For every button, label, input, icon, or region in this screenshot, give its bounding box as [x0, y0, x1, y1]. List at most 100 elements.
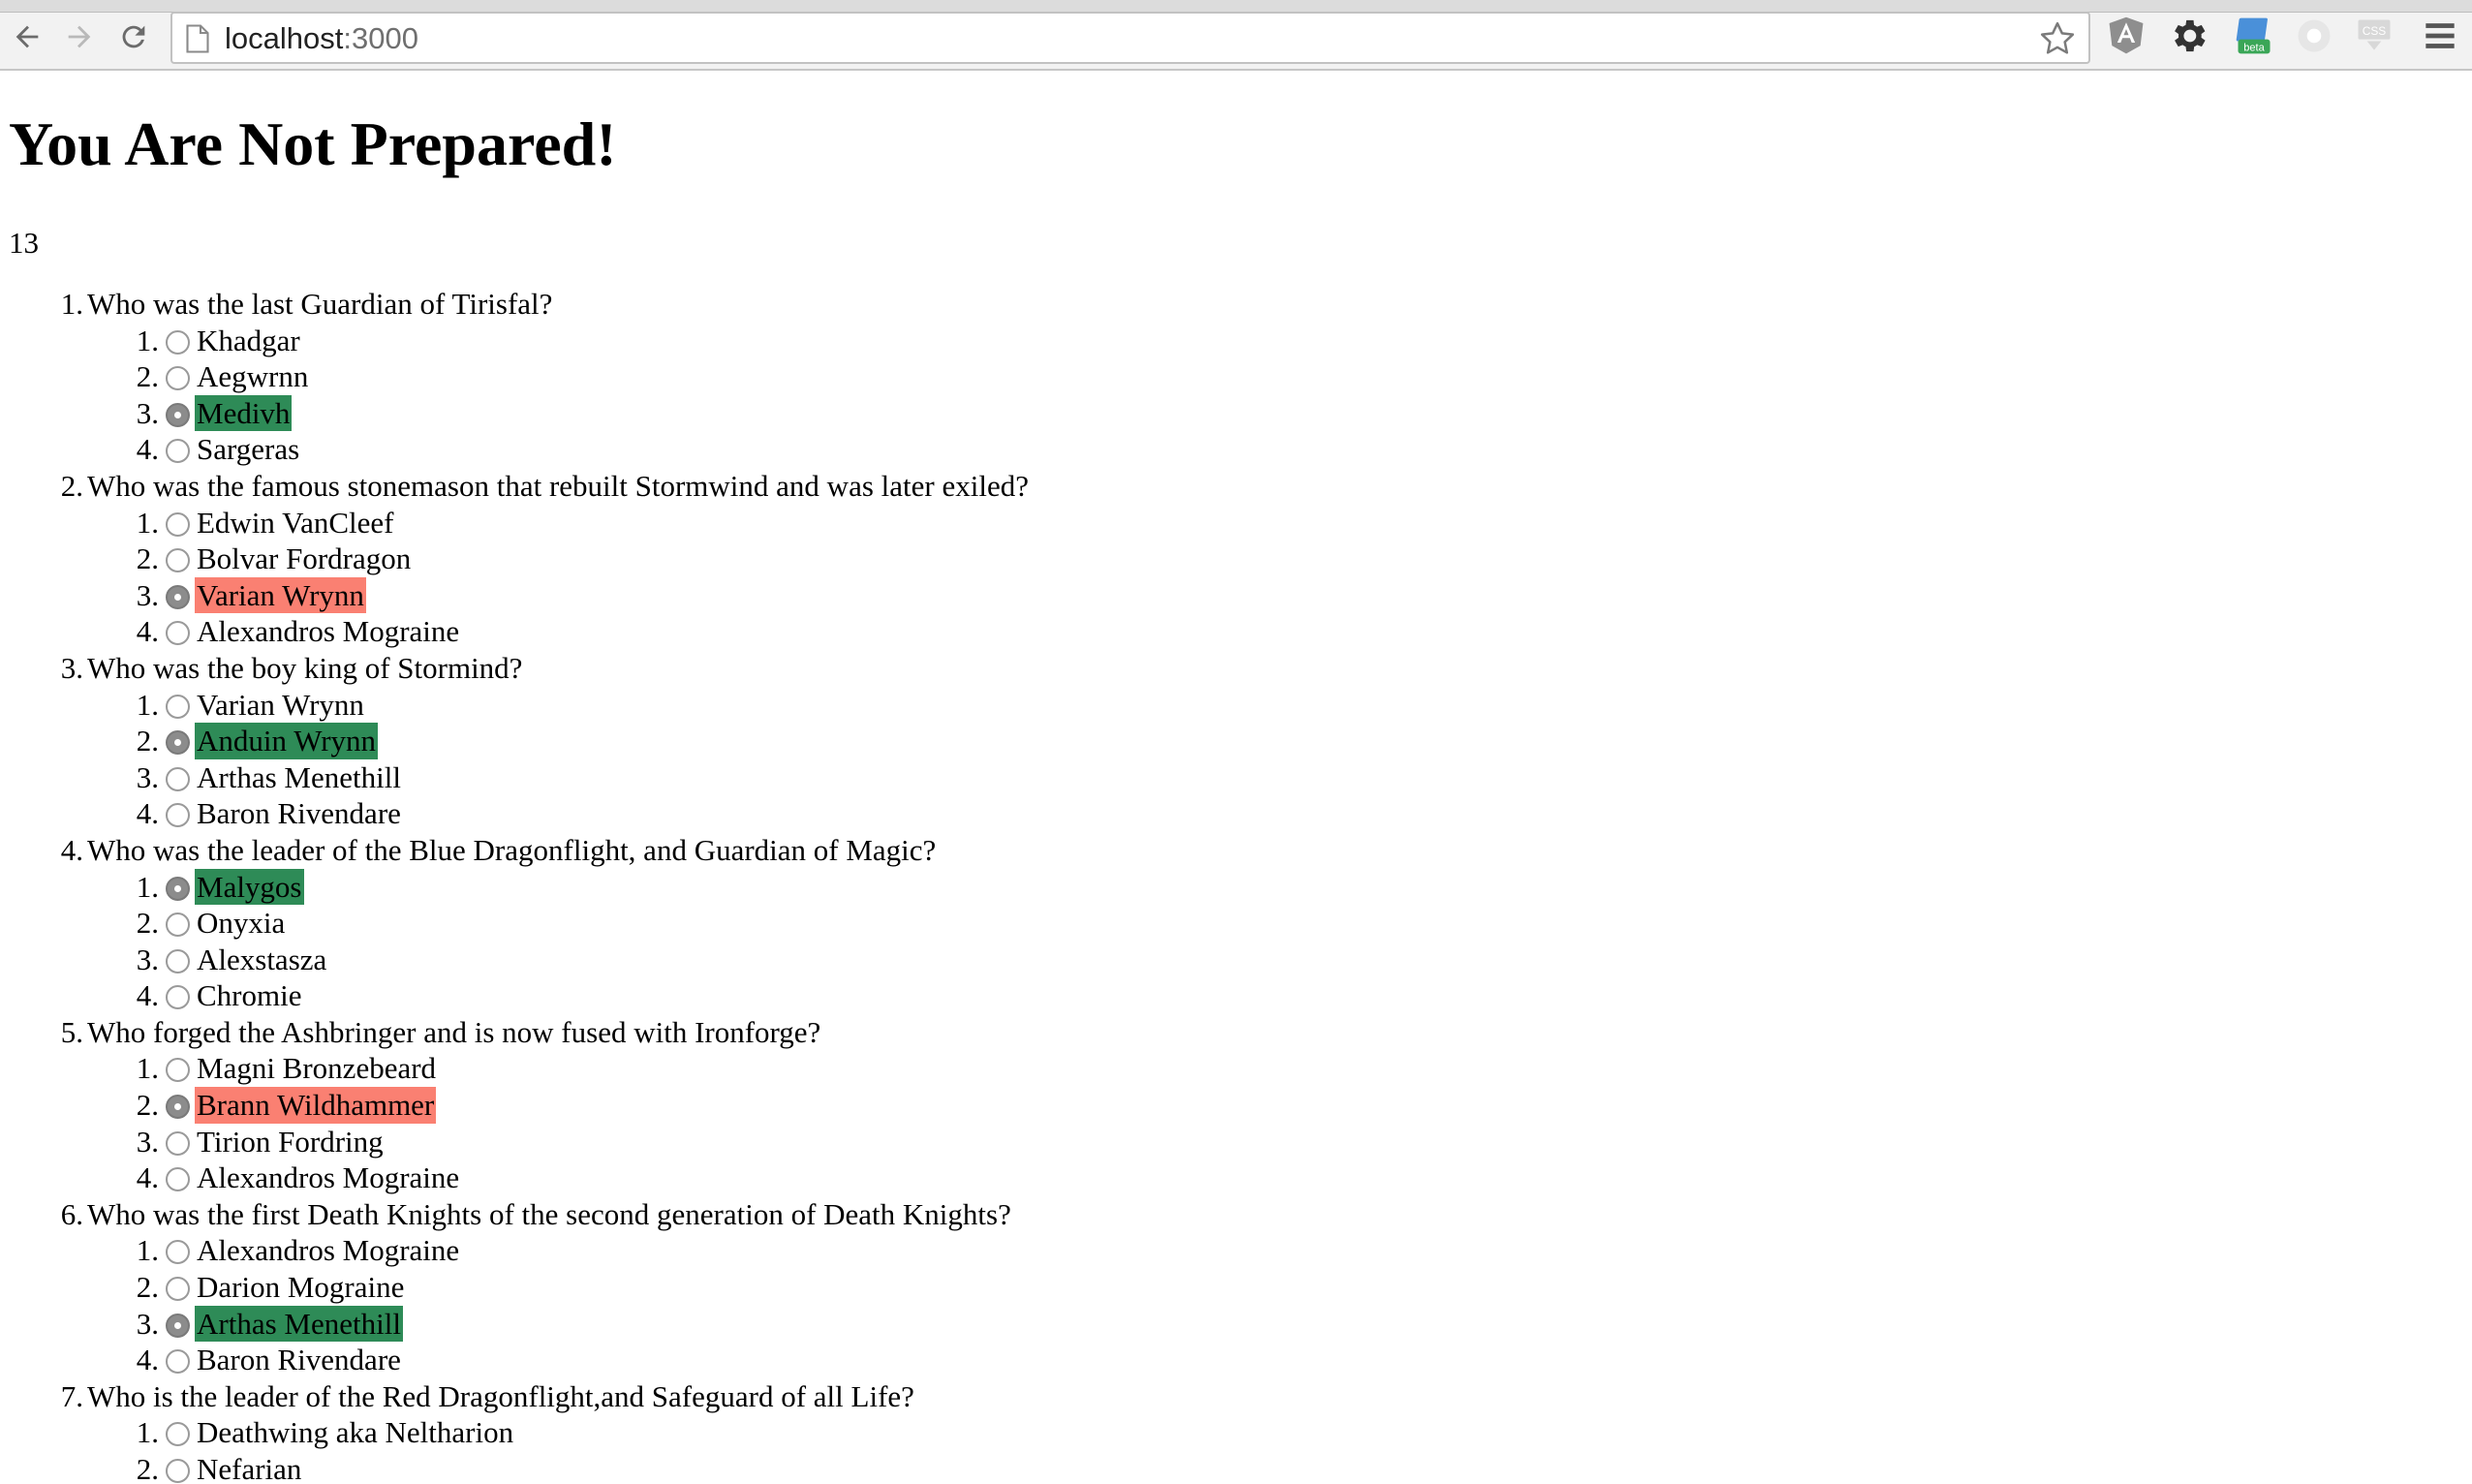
answer-label[interactable]: Alexandros Mograine [197, 1159, 459, 1196]
answer-option[interactable]: 1. Magni Bronzebeard [0, 1050, 2472, 1087]
reload-button[interactable] [114, 17, 153, 56]
answer-radio[interactable] [166, 1095, 190, 1120]
answer-radio[interactable] [166, 985, 190, 1010]
answer-option[interactable]: 3. Alexstasza [0, 942, 2472, 978]
answer-label[interactable]: Nefarian [197, 1451, 301, 1484]
answer-label[interactable]: Khadgar [197, 323, 300, 359]
circle-extension-button[interactable] [2292, 14, 2336, 58]
answer-option[interactable]: 4. Sargeras [0, 431, 2472, 468]
answer-option[interactable]: 1. Edwin VanCleef [0, 505, 2472, 541]
question-item: 3. Who was the boy king of Stormind? [0, 650, 2472, 687]
answer-label[interactable]: Alexstasza [197, 942, 326, 978]
answer-number: 2. [136, 1452, 159, 1484]
answer-radio[interactable] [166, 511, 190, 537]
answer-radio[interactable] [166, 1240, 190, 1265]
answer-option[interactable]: 3. Medivh [0, 394, 2472, 432]
answer-option[interactable]: 4. Alexandros Mograine [0, 613, 2472, 650]
answer-radio[interactable] [166, 439, 190, 464]
answer-label[interactable]: Sargeras [197, 431, 299, 468]
answer-radio[interactable] [166, 766, 190, 791]
answer-radio[interactable] [166, 1058, 190, 1083]
answer-radio[interactable] [166, 1313, 190, 1338]
answer-radio[interactable] [166, 694, 190, 719]
circle-extension-icon [2298, 19, 2331, 52]
answer-label[interactable]: Anduin Wrynn [195, 723, 379, 759]
answer-option[interactable]: 2. Bolvar Fordragon [0, 541, 2472, 577]
answer-option[interactable]: 3. Varian Wrynn [0, 576, 2472, 614]
answer-number: 4. [136, 1343, 159, 1377]
answer-option[interactable]: 1. Khadgar [0, 323, 2472, 359]
answer-radio[interactable] [166, 1130, 190, 1156]
chrome-menu-button[interactable] [2418, 14, 2462, 58]
answer-label[interactable]: Varian Wrynn [195, 576, 366, 614]
question-text: Who was the last Guardian of Tirisfal? [87, 287, 553, 321]
answer-label[interactable]: Magni Bronzebeard [197, 1050, 436, 1087]
url-host: localhost [225, 21, 344, 55]
answer-label[interactable]: Baron Rivendare [197, 795, 401, 832]
answer-label[interactable]: Alexandros Mograine [197, 1232, 459, 1269]
answer-radio[interactable] [166, 876, 190, 901]
forward-button[interactable] [60, 17, 99, 56]
answer-option[interactable]: 2. Aegwrnn [0, 358, 2472, 395]
answer-label[interactable]: Darion Mograine [197, 1269, 404, 1306]
answer-option[interactable]: 2. Brann Wildhammer [0, 1087, 2472, 1124]
answer-option[interactable]: 1. Alexandros Mograine [0, 1232, 2472, 1269]
browser-toolbar: localhost:3000 beta CSS [0, 0, 2472, 71]
answer-radio[interactable] [166, 1277, 190, 1302]
settings-extension-button[interactable] [2166, 14, 2210, 58]
answer-radio[interactable] [166, 548, 190, 573]
answer-radio[interactable] [166, 584, 190, 609]
answer-label[interactable]: Baron Rivendare [197, 1342, 401, 1378]
answer-option[interactable]: 1. Deathwing aka Neltharion [0, 1414, 2472, 1451]
answer-option[interactable]: 2. Darion Mograine [0, 1269, 2472, 1306]
beta-extension-button[interactable]: beta [2232, 14, 2276, 58]
answer-option[interactable]: 3. Arthas Menethill [0, 1305, 2472, 1343]
answer-radio[interactable] [166, 366, 190, 391]
angular-icon [2109, 16, 2144, 54]
answer-label[interactable]: Deathwing aka Neltharion [197, 1414, 513, 1451]
answer-radio[interactable] [166, 621, 190, 646]
answer-label[interactable]: Medivh [195, 394, 293, 432]
angular-extension-button[interactable] [2104, 14, 2148, 58]
answer-label[interactable]: Chromie [197, 977, 302, 1014]
answer-radio[interactable] [166, 402, 190, 427]
address-bar[interactable]: localhost:3000 [170, 12, 2090, 64]
back-button[interactable] [8, 17, 46, 56]
answer-radio[interactable] [166, 948, 190, 974]
answer-radio[interactable] [166, 329, 190, 355]
answer-radio[interactable] [166, 803, 190, 828]
answer-option[interactable]: 3. Arthas Menethill [0, 759, 2472, 796]
question-number: 3. [60, 650, 83, 685]
answer-radio[interactable] [166, 1167, 190, 1192]
answer-number: 2. [136, 906, 159, 941]
answer-option[interactable]: 4. Baron Rivendare [0, 1342, 2472, 1378]
answer-option[interactable]: 3. Tirion Fordring [0, 1124, 2472, 1160]
answer-label[interactable]: Varian Wrynn [197, 687, 364, 724]
bookmark-star-icon[interactable] [2038, 19, 2077, 58]
answer-radio[interactable] [166, 1422, 190, 1447]
answer-number: 2. [136, 541, 159, 576]
answer-label[interactable]: Arthas Menethill [195, 1305, 403, 1343]
answer-label[interactable]: Bolvar Fordragon [197, 541, 411, 577]
answer-radio[interactable] [166, 912, 190, 938]
answer-option[interactable]: 2. Anduin Wrynn [0, 723, 2472, 759]
answer-option[interactable]: 2. Nefarian [0, 1451, 2472, 1484]
answer-label[interactable]: Arthas Menethill [197, 759, 401, 796]
answer-label[interactable]: Onyxia [197, 905, 285, 942]
answer-option[interactable]: 4. Chromie [0, 977, 2472, 1014]
answer-label[interactable]: Brann Wildhammer [195, 1087, 437, 1124]
answer-option[interactable]: 4. Alexandros Mograine [0, 1159, 2472, 1196]
answer-option[interactable]: 4. Baron Rivendare [0, 795, 2472, 832]
answer-radio[interactable] [166, 730, 190, 756]
css-extension-button[interactable]: CSS [2352, 14, 2396, 58]
answer-label[interactable]: Malygos [195, 868, 304, 906]
answer-label[interactable]: Edwin VanCleef [197, 505, 393, 541]
answer-radio[interactable] [166, 1349, 190, 1375]
answer-label[interactable]: Aegwrnn [197, 358, 308, 395]
answer-radio[interactable] [166, 1459, 190, 1483]
answer-option[interactable]: 1. Varian Wrynn [0, 687, 2472, 724]
answer-option[interactable]: 1. Malygos [0, 868, 2472, 906]
answer-label[interactable]: Tirion Fordring [197, 1124, 384, 1160]
answer-option[interactable]: 2. Onyxia [0, 905, 2472, 942]
answer-label[interactable]: Alexandros Mograine [197, 613, 459, 650]
